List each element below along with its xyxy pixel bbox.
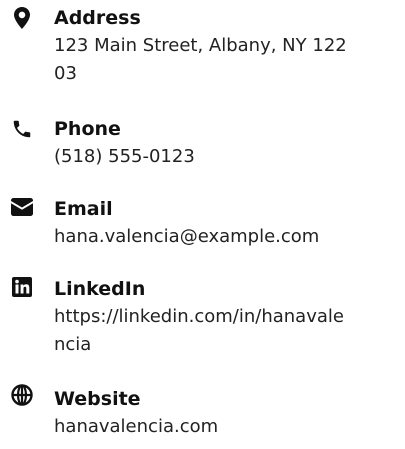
map-pin-icon (10, 6, 34, 30)
contact-label: LinkedIn (54, 278, 146, 300)
email-value[interactable]: hana.valencia@example.com (54, 223, 354, 251)
phone-value[interactable]: (518) 555-0123 (54, 143, 354, 171)
contact-label: Address (54, 7, 141, 29)
linkedin-icon (10, 275, 34, 299)
envelope-icon (10, 195, 34, 219)
globe-icon (10, 383, 34, 407)
website-value[interactable]: hanavalencia.com (54, 413, 354, 441)
contact-label: Email (54, 198, 113, 220)
contact-label: Website (54, 388, 141, 410)
address-value: 123 Main Street, Albany, NY 12203 (54, 35, 347, 84)
phone-icon (10, 117, 34, 141)
contact-label: Phone (54, 118, 121, 140)
linkedin-value[interactable]: https://linkedin.com/in/hanavalencia (54, 303, 354, 359)
